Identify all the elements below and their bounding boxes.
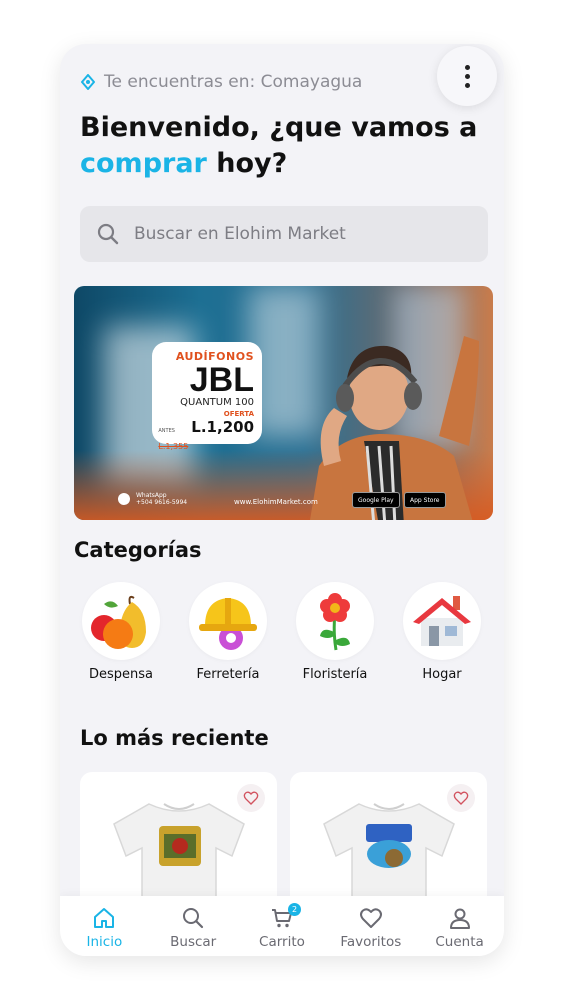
category-circle <box>82 582 160 660</box>
whatsapp-info: WhatsApp +504 9616-5994 <box>136 492 187 506</box>
category-label: Hogar <box>422 667 462 682</box>
whatsapp-number: +504 9616-5994 <box>136 499 188 506</box>
category-label: Floristería <box>302 667 368 682</box>
user-icon <box>449 908 470 929</box>
app-store-badge: App Store <box>404 492 446 508</box>
recent-title: Lo más reciente <box>80 726 269 750</box>
search-input[interactable] <box>134 224 454 244</box>
welcome-headline: Bienvenido, ¿que vamos a comprar hoy? <box>80 110 490 182</box>
cart-count-badge: 2 <box>287 903 301 916</box>
tab-label: Inicio <box>86 934 123 950</box>
tab-inicio[interactable]: Inicio <box>61 906 147 950</box>
banner-url: www.ElohimMarket.com <box>234 498 318 506</box>
category-despensa[interactable]: Despensa <box>78 582 164 682</box>
hard-hat-icon <box>199 598 257 650</box>
headline-rest: hoy? <box>206 148 288 179</box>
google-play-label: Google Play <box>358 496 394 504</box>
google-play-badge: Google Play <box>352 492 400 508</box>
app-store-label: App Store <box>410 496 440 504</box>
category-circle <box>403 582 481 660</box>
tab-label: Favoritos <box>340 934 402 950</box>
promo-new-price: L.1,200 <box>191 418 254 436</box>
category-circle <box>189 582 267 660</box>
headline-accent: comprar <box>80 148 207 179</box>
promo-old-price: L.1,355 <box>158 442 189 451</box>
promo-old-price-group: ANTES L.1,355 <box>158 428 188 453</box>
promo-brand: JBL <box>189 361 254 399</box>
tab-label: Buscar <box>170 934 217 950</box>
whatsapp-icon <box>118 493 130 505</box>
tab-carrito[interactable]: 2 Carrito <box>239 903 325 950</box>
location-pin-icon <box>81 74 95 90</box>
location-indicator[interactable]: Te encuentras en: Comayagua <box>80 72 362 92</box>
tab-favoritos[interactable]: Favoritos <box>328 906 414 950</box>
heart-icon <box>359 908 382 928</box>
bottom-navigation: Inicio Buscar 2 Carrito Favoritos Cuenta <box>60 896 504 956</box>
app-screen: Te encuentras en: Comayagua Bienvenido, … <box>60 44 504 956</box>
promo-banner[interactable]: AUDÍFONOS JBL QUANTUM 100 OFERTA ANTES L… <box>74 286 493 520</box>
dot-icon <box>464 73 470 79</box>
category-hogar[interactable]: Hogar <box>399 582 485 682</box>
tab-cuenta[interactable]: Cuenta <box>417 906 503 950</box>
category-floristeria[interactable]: Floristería <box>292 582 378 682</box>
category-circle <box>296 582 374 660</box>
category-label: Ferretería <box>196 667 260 682</box>
location-text: Te encuentras en: Comayagua <box>104 72 363 92</box>
categories-title: Categorías <box>74 538 202 562</box>
home-icon <box>94 908 115 928</box>
promo-card: AUDÍFONOS JBL QUANTUM 100 OFERTA ANTES L… <box>152 342 262 451</box>
flower-icon <box>320 593 350 651</box>
search-icon <box>183 908 204 929</box>
tab-label: Cuenta <box>435 934 484 950</box>
dot-icon <box>464 64 470 70</box>
promo-offer-label: OFERTA <box>223 410 254 418</box>
promo-before-label: ANTES <box>158 428 175 434</box>
headline-line1: Bienvenido, ¿que vamos a <box>80 112 478 143</box>
tab-buscar[interactable]: Buscar <box>150 906 236 950</box>
whatsapp-label: WhatsApp <box>136 492 167 499</box>
dot-icon <box>464 82 470 88</box>
search-bar[interactable] <box>80 206 488 262</box>
category-ferreteria[interactable]: Ferretería <box>185 582 271 682</box>
model-with-headphones-image <box>310 336 479 520</box>
categories-list: Despensa Ferretería Floristería Hogar <box>78 582 488 682</box>
search-icon <box>97 223 119 245</box>
category-label: Despensa <box>88 667 153 682</box>
tab-label: Carrito <box>259 934 305 950</box>
whatsapp-contact: WhatsApp +504 9616-5994 <box>118 492 187 506</box>
house-icon <box>413 596 471 646</box>
more-options-button[interactable] <box>437 46 497 106</box>
promo-model: QUANTUM 100 <box>180 397 254 408</box>
fruit-icon <box>91 595 146 649</box>
promo-prices: ANTES L.1,355 L.1,200 <box>158 418 254 453</box>
